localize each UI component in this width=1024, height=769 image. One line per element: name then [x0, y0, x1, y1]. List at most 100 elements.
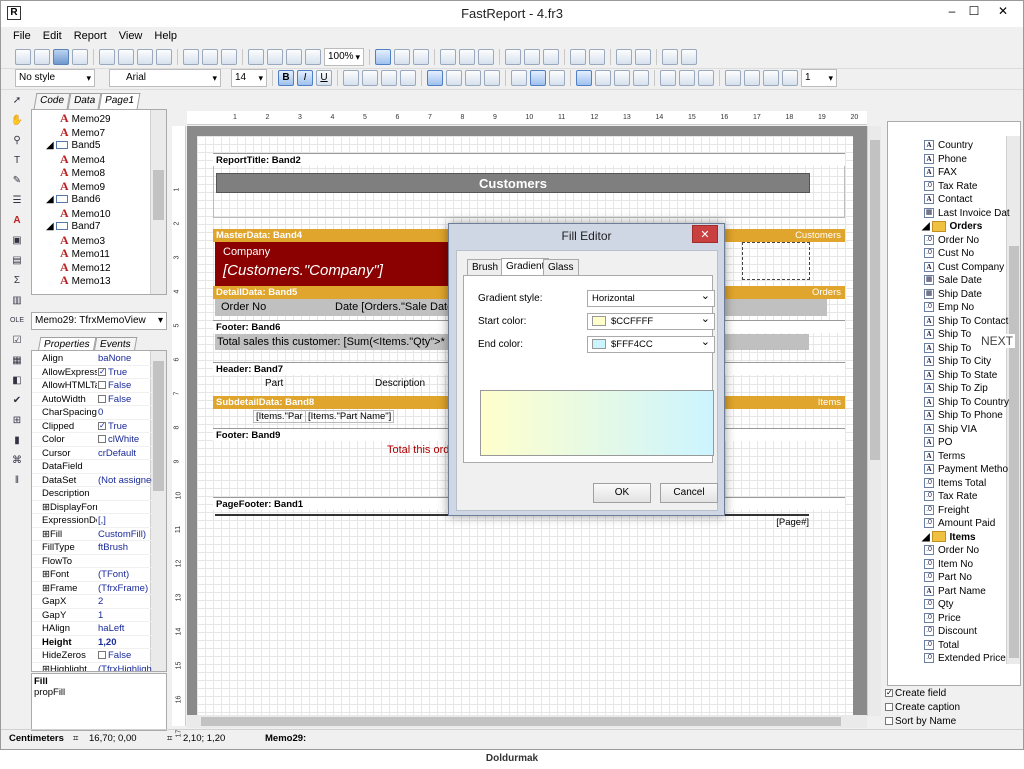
diagram-tool-icon[interactable]: ⊞: [9, 413, 25, 429]
page-settings-icon[interactable]: [156, 48, 172, 65]
tab-code[interactable]: Code: [33, 93, 71, 109]
data-field[interactable]: A Ship VIA: [924, 423, 977, 436]
valign-top-icon[interactable]: [511, 69, 527, 86]
data-field[interactable]: A Ship To Contact: [924, 315, 1008, 328]
frame-all-icon[interactable]: [660, 69, 676, 86]
property-value[interactable]: 1: [98, 609, 152, 622]
bold-button[interactable]: B: [278, 69, 294, 86]
data-option[interactable]: Sort by Name: [885, 715, 1021, 729]
property-row[interactable]: FillType ftBrush: [32, 541, 152, 555]
property-row[interactable]: Height 1,20: [32, 636, 152, 649]
ungroup-icon[interactable]: [305, 48, 321, 65]
tab-brush[interactable]: Brush: [467, 259, 504, 275]
data-option[interactable]: Create caption: [885, 701, 1021, 715]
menu-edit[interactable]: Edit: [43, 27, 62, 45]
map-tool-icon[interactable]: ⌘: [9, 453, 25, 469]
frame-style-icon[interactable]: [782, 69, 798, 86]
same-width-icon[interactable]: [662, 48, 678, 65]
align-right-edges-icon[interactable]: [478, 48, 494, 65]
property-value[interactable]: crDefault: [98, 447, 152, 460]
menu-help[interactable]: Help: [154, 27, 177, 45]
data-field[interactable]: A Part Name: [924, 585, 986, 598]
gradient-tool-icon[interactable]: ◧: [9, 373, 25, 389]
unchecked-icon[interactable]: [98, 394, 106, 403]
property-value[interactable]: ✓ True: [98, 420, 152, 433]
property-row[interactable]: FlowTo: [32, 555, 152, 568]
text-justify-icon[interactable]: [484, 69, 500, 86]
property-value[interactable]: ftBrush: [98, 541, 152, 554]
frame-bottom-icon[interactable]: [595, 69, 611, 86]
sum-tool-icon[interactable]: Σ: [9, 273, 25, 289]
selected-memo-frame[interactable]: [742, 242, 810, 280]
picture-tool-icon[interactable]: ▣: [9, 233, 25, 249]
fill-editor-icon[interactable]: [744, 69, 760, 86]
property-row[interactable]: HideZeros False: [32, 649, 152, 663]
tree-node[interactable]: A Memo10: [60, 206, 111, 221]
tree-node[interactable]: A Memo8: [60, 166, 105, 180]
next-overlay-label[interactable]: NEXT: [979, 334, 1016, 348]
property-value[interactable]: CustomFill): [98, 528, 152, 541]
unchecked-icon[interactable]: [98, 381, 106, 390]
unchecked-icon[interactable]: [98, 651, 106, 660]
data-field[interactable]: .0 Discount: [924, 625, 977, 638]
tab-page1[interactable]: Page1: [98, 93, 141, 109]
data-field[interactable]: .0 Item No: [924, 558, 973, 571]
same-height-icon[interactable]: [681, 48, 697, 65]
text-align-right-icon[interactable]: [465, 69, 481, 86]
preview-icon[interactable]: [72, 48, 88, 65]
tree-node[interactable]: A Memo29: [60, 112, 111, 126]
fit-to-grid-icon[interactable]: [413, 48, 429, 65]
menu-report[interactable]: Report: [74, 27, 107, 45]
align-centers-icon[interactable]: [459, 48, 475, 65]
subdetail-part-name[interactable]: [Items."Part Name"]: [305, 410, 395, 423]
fill-color-icon[interactable]: [725, 69, 741, 86]
data-option[interactable]: ✓ Create field: [885, 687, 1021, 701]
tree-node[interactable]: ◢ Band5: [46, 139, 100, 152]
checked-icon[interactable]: ✓: [98, 421, 106, 430]
tree-scrollbar[interactable]: [150, 110, 166, 294]
unchecked-icon[interactable]: [98, 435, 106, 444]
data-field[interactable]: .0 Items Total: [924, 477, 986, 490]
tree-node[interactable]: A Memo7: [60, 125, 105, 140]
props-scrollbar[interactable]: [150, 351, 166, 671]
end-color-select[interactable]: $FFF4CC: [587, 335, 715, 353]
data-group[interactable]: ◢ Orders: [922, 220, 982, 233]
property-value[interactable]: baNone: [98, 352, 152, 365]
memo-tool-icon[interactable]: A: [9, 213, 25, 229]
data-field[interactable]: A PO: [924, 436, 952, 449]
frame-right-icon[interactable]: [633, 69, 649, 86]
tree-node[interactable]: ◢ Band7: [46, 220, 100, 233]
space-vertically-icon[interactable]: [589, 48, 605, 65]
property-row[interactable]: HAlign haLeft: [32, 622, 152, 636]
tab-data[interactable]: Data: [67, 93, 102, 109]
redo-icon[interactable]: [267, 48, 283, 65]
format-painter-icon[interactable]: ✎: [9, 173, 25, 189]
property-row[interactable]: GapX 2: [32, 595, 152, 609]
property-row[interactable]: ExpressionDe [,]: [32, 514, 152, 528]
data-field[interactable]: .0 Freight: [924, 504, 969, 517]
property-value[interactable]: False: [98, 393, 152, 406]
undo-icon[interactable]: [248, 48, 264, 65]
checked-icon[interactable]: ✓: [885, 689, 893, 698]
band-tool-icon[interactable]: ☰: [9, 193, 25, 209]
property-row[interactable]: AutoWidth False: [32, 393, 152, 406]
data-field[interactable]: .0 Part No: [924, 571, 972, 584]
delete-page-icon[interactable]: [137, 48, 153, 65]
frame-top-icon[interactable]: [576, 69, 592, 86]
property-value[interactable]: False: [98, 379, 152, 392]
footer9-total-memo[interactable]: Total this ord: [387, 444, 449, 456]
data-field[interactable]: .0 Extended Price: [924, 652, 1006, 665]
menu-view[interactable]: View: [119, 27, 143, 45]
property-row[interactable]: ⊞Fill CustomFill): [32, 528, 152, 541]
data-field[interactable]: A Payment Metho: [924, 463, 1008, 476]
property-row[interactable]: GapY 1: [32, 609, 152, 622]
data-field[interactable]: .0 Emp No: [924, 301, 974, 314]
data-field[interactable]: A Ship To: [924, 342, 971, 355]
data-field[interactable]: A Contact: [924, 193, 972, 206]
data-field[interactable]: .0 Order No: [924, 544, 979, 557]
header7-part[interactable]: Part: [265, 378, 283, 389]
checkmark-tool-icon[interactable]: ✔: [9, 393, 25, 409]
unchecked-icon[interactable]: [885, 703, 893, 712]
property-value[interactable]: False: [98, 649, 152, 662]
data-field[interactable]: A Phone: [924, 153, 967, 166]
